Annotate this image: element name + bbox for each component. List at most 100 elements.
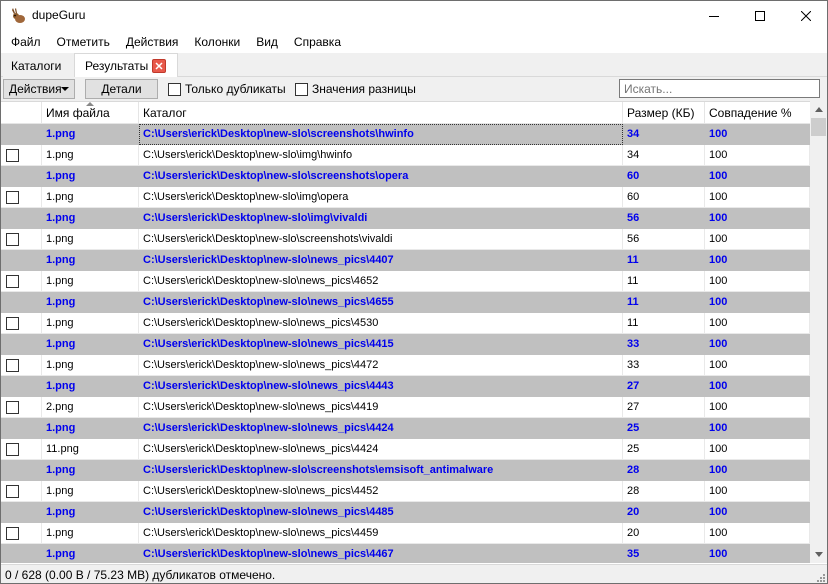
row-check-cell [1, 397, 42, 418]
only-dupes-label: Только дубликаты [185, 82, 286, 96]
maximize-button[interactable] [737, 1, 783, 31]
header-name-label: Имя файла [46, 106, 110, 120]
size-cell: 28 [627, 464, 640, 476]
row-checkbox[interactable] [6, 443, 19, 456]
menu-view[interactable]: Вид [248, 32, 286, 52]
reference-row[interactable]: 1.png C:\Users\erick\Desktop\new-slo\news… [1, 250, 810, 271]
row-check-cell [1, 145, 42, 166]
file-name-cell: 1.png [42, 481, 139, 502]
duplicate-row[interactable]: 1.png C:\Users\erick\Desktop\new-slo\scre… [1, 229, 810, 250]
scroll-down-button[interactable] [810, 546, 827, 563]
folder-cell: C:\Users\erick\Desktop\new-slo\screensho… [139, 229, 623, 250]
actions-dropdown-button[interactable]: Действия [3, 79, 75, 99]
scroll-up-button[interactable] [810, 101, 827, 118]
size-cell: 34 [623, 145, 705, 166]
row-checkbox[interactable] [6, 191, 19, 204]
folder-cell: C:\Users\erick\Desktop\new-slo\news_pics… [139, 439, 623, 460]
menu-mark[interactable]: Отметить [49, 32, 118, 52]
folder-cell: C:\Users\erick\Desktop\new-slo\news_pics… [139, 523, 623, 544]
close-button[interactable] [783, 1, 827, 31]
row-checkbox[interactable] [6, 359, 19, 372]
tab-close-button[interactable] [152, 59, 166, 73]
search-input[interactable] [619, 79, 820, 98]
duplicate-row[interactable]: 1.png C:\Users\erick\Desktop\new-slo\news… [1, 523, 810, 544]
reference-row[interactable]: 1.png C:\Users\erick\Desktop\new-slo\scre… [1, 460, 810, 481]
match-cell: 100 [705, 145, 810, 166]
toolbar: Действия Детали Только дубликаты Значени… [1, 77, 827, 101]
row-check-cell [1, 376, 42, 397]
tab-catalogs[interactable]: Каталоги [3, 56, 74, 77]
duplicate-row[interactable]: 11.png C:\Users\erick\Desktop\new-slo\new… [1, 439, 810, 460]
tab-results-label: Результаты [85, 59, 149, 73]
details-button[interactable]: Детали [85, 79, 158, 99]
reference-row[interactable]: 1.png C:\Users\erick\Desktop\new-slo\scre… [1, 166, 810, 187]
match-cell: 100 [705, 355, 810, 376]
row-checkbox[interactable] [6, 401, 19, 414]
reference-row[interactable]: 1.png C:\Users\erick\Desktop\new-slo\news… [1, 502, 810, 523]
row-checkbox[interactable] [6, 485, 19, 498]
folder-cell: C:\Users\erick\Desktop\new-slo\img\hwinf… [139, 145, 623, 166]
row-checkbox[interactable] [6, 275, 19, 288]
reference-row[interactable]: 1.png C:\Users\erick\Desktop\new-slo\img\… [1, 208, 810, 229]
delta-values-toggle[interactable]: Значения разницы [295, 81, 416, 97]
file-name-cell: 1.png [42, 313, 139, 334]
header-match[interactable]: Совпадение % [705, 102, 810, 124]
row-checkbox[interactable] [6, 527, 19, 540]
folder-cell: C:\Users\erick\Desktop\new-slo\news_pics… [143, 422, 394, 434]
duplicate-row[interactable]: 1.png C:\Users\erick\Desktop\new-slo\news… [1, 481, 810, 502]
row-check-cell [1, 250, 42, 271]
menu-file[interactable]: Файл [3, 32, 49, 52]
size-cell: 28 [623, 481, 705, 502]
size-cell: 60 [623, 187, 705, 208]
header-check [1, 102, 42, 124]
duplicate-row[interactable]: 1.png C:\Users\erick\Desktop\new-slo\news… [1, 313, 810, 334]
row-checkbox[interactable] [6, 233, 19, 246]
scroll-thumb[interactable] [811, 118, 826, 136]
header-folder[interactable]: Каталог [139, 102, 623, 124]
reference-row[interactable]: 1.png C:\Users\erick\Desktop\new-slo\news… [1, 418, 810, 439]
file-name-cell: 1.png [42, 145, 139, 166]
menu-actions[interactable]: Действия [118, 32, 187, 52]
menu-help[interactable]: Справка [286, 32, 349, 52]
size-cell: 11 [627, 296, 639, 308]
reference-row[interactable]: 1.png C:\Users\erick\Desktop\new-slo\news… [1, 376, 810, 397]
size-cell: 11 [623, 313, 705, 334]
chevron-down-icon [814, 552, 823, 557]
delta-values-checkbox[interactable] [295, 82, 308, 96]
row-check-cell [1, 334, 42, 355]
tab-results[interactable]: Результаты [74, 53, 178, 78]
vertical-scrollbar[interactable] [810, 101, 827, 563]
header-name[interactable]: Имя файла [42, 102, 139, 124]
folder-cell: C:\Users\erick\Desktop\new-slo\img\opera [139, 187, 623, 208]
duplicate-row[interactable]: 1.png C:\Users\erick\Desktop\new-slo\img\… [1, 187, 810, 208]
only-dupes-checkbox[interactable] [168, 82, 181, 96]
reference-row[interactable]: 1.png C:\Users\erick\Desktop\new-slo\scre… [1, 124, 810, 145]
resize-grip-icon[interactable] [815, 572, 825, 582]
match-cell: 100 [705, 271, 810, 292]
close-icon [801, 11, 811, 21]
file-name-cell: 1.png [46, 170, 76, 182]
menu-columns[interactable]: Колонки [186, 32, 248, 52]
minimize-button[interactable] [691, 1, 737, 31]
duplicate-row[interactable]: 1.png C:\Users\erick\Desktop\new-slo\news… [1, 355, 810, 376]
delta-values-label: Значения разницы [312, 82, 416, 96]
match-cell: 100 [709, 548, 728, 560]
duplicate-row[interactable]: 1.png C:\Users\erick\Desktop\new-slo\news… [1, 271, 810, 292]
reference-row[interactable]: 1.png C:\Users\erick\Desktop\new-slo\news… [1, 292, 810, 313]
reference-row[interactable]: 1.png C:\Users\erick\Desktop\new-slo\news… [1, 544, 810, 563]
duplicate-row[interactable]: 1.png C:\Users\erick\Desktop\new-slo\img\… [1, 145, 810, 166]
reference-row[interactable]: 1.png C:\Users\erick\Desktop\new-slo\news… [1, 334, 810, 355]
row-check-cell [1, 355, 42, 376]
row-checkbox[interactable] [6, 317, 19, 330]
match-cell: 100 [709, 170, 728, 182]
file-name-cell: 1.png [46, 422, 76, 434]
row-check-cell [1, 439, 42, 460]
row-check-cell [1, 166, 42, 187]
duplicate-row[interactable]: 2.png C:\Users\erick\Desktop\new-slo\news… [1, 397, 810, 418]
folder-cell: C:\Users\erick\Desktop\new-slo\news_pics… [139, 397, 623, 418]
header-size[interactable]: Размер (КБ) [623, 102, 705, 124]
file-name-cell: 1.png [46, 254, 76, 266]
folder-cell: C:\Users\erick\Desktop\new-slo\news_pics… [139, 313, 623, 334]
row-checkbox[interactable] [6, 149, 19, 162]
only-dupes-toggle[interactable]: Только дубликаты [168, 81, 286, 97]
